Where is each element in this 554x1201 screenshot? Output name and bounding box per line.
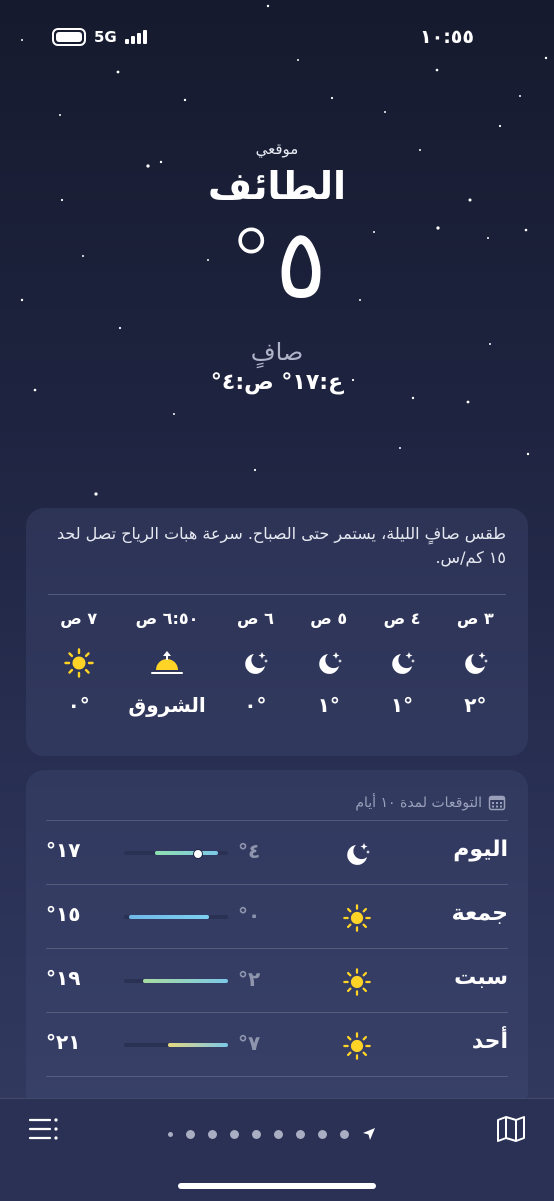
hour-temp: °٠ bbox=[244, 693, 267, 717]
forecast-row-partial bbox=[46, 1076, 508, 1097]
divider bbox=[48, 594, 506, 595]
sun-icon bbox=[342, 967, 372, 1001]
forecast-day: سبت bbox=[454, 965, 508, 990]
forecast-row[interactable]: اليوم °٤ °١٧ bbox=[46, 820, 508, 885]
page-dot[interactable] bbox=[252, 1129, 261, 1139]
list-icon[interactable] bbox=[28, 1117, 60, 1141]
forecast-row[interactable]: جمعة °٠ °١٥ bbox=[46, 884, 508, 949]
forecast-high: °١٥ bbox=[46, 902, 81, 926]
hour-time: ٦:٥٠ ص bbox=[135, 609, 199, 628]
home-indicator[interactable] bbox=[178, 1183, 376, 1189]
forecast-row[interactable]: سبت °٢ °١٩ bbox=[46, 948, 508, 1013]
forecast-low: °٠ bbox=[238, 903, 261, 927]
hour-time: ٣ ص bbox=[456, 609, 494, 628]
hour-temp: °٠ bbox=[67, 693, 90, 717]
hour-item: ٦ ص °٠ bbox=[219, 609, 292, 717]
current-temperature: °٥ bbox=[227, 208, 327, 320]
temperature-range-bar bbox=[124, 849, 228, 859]
hour-item: ٥ ص °١ bbox=[292, 609, 365, 717]
page-dot[interactable] bbox=[340, 1129, 349, 1139]
sun-icon bbox=[342, 1031, 372, 1065]
page-dot[interactable] bbox=[274, 1129, 283, 1139]
temperature-range-bar bbox=[124, 979, 228, 983]
hour-temp: °١ bbox=[317, 693, 340, 717]
hour-time: ٦ ص bbox=[236, 609, 274, 628]
sun-icon bbox=[342, 903, 372, 937]
forecast-low: °٧ bbox=[238, 1031, 261, 1055]
hour-time: ٤ ص bbox=[383, 609, 421, 628]
ten-day-forecast-card[interactable]: التوقعات لمدة ١٠ أيام اليوم °٤ °١٧ جمعة … bbox=[26, 770, 528, 1110]
moon-stars-icon bbox=[342, 839, 372, 873]
sunrise-label: الشروق bbox=[128, 693, 206, 717]
sun-icon bbox=[63, 633, 95, 693]
page-dot[interactable] bbox=[296, 1129, 305, 1139]
location-label: موقعي bbox=[255, 140, 299, 158]
page-dot[interactable] bbox=[208, 1129, 217, 1139]
temperature-range-fill bbox=[129, 915, 210, 919]
temperature-range-bar bbox=[124, 915, 228, 919]
temperature-range-fill bbox=[155, 851, 218, 855]
forecast-title: التوقعات لمدة ١٠ أيام bbox=[355, 795, 482, 811]
forecast-low: °٢ bbox=[238, 967, 261, 991]
moon-stars-icon bbox=[240, 633, 270, 693]
page-dot[interactable] bbox=[230, 1129, 239, 1139]
hour-temp: °٢ bbox=[464, 693, 487, 717]
hourly-list[interactable]: ٣ ص °٢ ٤ ص °١ ٥ ص °١ ٦ ص °٠ ٦:٥٠ ص الشرو… bbox=[26, 609, 528, 717]
map-icon[interactable] bbox=[496, 1115, 526, 1143]
hour-item: ٣ ص °٢ bbox=[439, 609, 512, 717]
page-dot[interactable] bbox=[168, 1131, 173, 1137]
signal-icon bbox=[124, 30, 147, 44]
temperature-range-fill bbox=[142, 979, 228, 983]
hour-time: ٧ ص bbox=[60, 609, 98, 628]
high-low: ع:١٧° ص:٤° bbox=[210, 370, 344, 395]
forecast-header: التوقعات لمدة ١٠ أيام bbox=[26, 770, 528, 820]
forecast-day: أحد bbox=[471, 1029, 508, 1054]
page-dot[interactable] bbox=[186, 1129, 195, 1139]
moon-stars-icon bbox=[387, 633, 417, 693]
current-condition: صافٍ bbox=[250, 338, 304, 366]
forecast-day: اليوم bbox=[453, 837, 508, 862]
clock: ١٠:٥٥ bbox=[420, 26, 474, 48]
forecast-low: °٤ bbox=[238, 839, 261, 863]
forecast-row[interactable]: أحد °٧ °٢١ bbox=[46, 1012, 508, 1077]
moon-stars-icon bbox=[460, 633, 490, 693]
hour-temp: °١ bbox=[390, 693, 414, 717]
forecast-high: °١٩ bbox=[46, 966, 81, 990]
temperature-range-bar bbox=[124, 1043, 228, 1047]
current-temp-marker bbox=[192, 849, 203, 859]
city-name: الطائف bbox=[207, 164, 347, 208]
temperature-range-fill bbox=[167, 1043, 228, 1047]
page-dot[interactable] bbox=[318, 1129, 327, 1139]
weather-header: موقعي الطائف °٥ صافٍ ع:١٧° ص:٤° bbox=[0, 140, 554, 395]
battery-icon bbox=[52, 28, 86, 46]
calendar-icon bbox=[488, 795, 506, 811]
forecast-high: °١٧ bbox=[46, 838, 81, 862]
hourly-forecast-card[interactable]: طقس صافٍ الليلة، يستمر حتى الصباح. سرعة … bbox=[26, 508, 528, 756]
status-bar: 5G ١٠:٥٥ bbox=[0, 22, 554, 54]
location-arrow-icon[interactable] bbox=[362, 1127, 376, 1141]
forecast-high: °٢١ bbox=[46, 1030, 81, 1054]
network-label: 5G bbox=[94, 28, 117, 46]
hour-item: ٦:٥٠ ص الشروق bbox=[115, 609, 218, 717]
hour-time: ٥ ص bbox=[310, 609, 348, 628]
sunrise-icon bbox=[149, 633, 185, 693]
page-indicator[interactable] bbox=[168, 1127, 376, 1141]
weather-summary: طقس صافٍ الليلة، يستمر حتى الصباح. سرعة … bbox=[56, 524, 506, 567]
hour-item: ٤ ص °١ bbox=[365, 609, 438, 717]
hour-item: ٧ ص °٠ bbox=[42, 609, 115, 717]
forecast-day: جمعة bbox=[451, 901, 508, 926]
moon-stars-icon bbox=[314, 633, 344, 693]
